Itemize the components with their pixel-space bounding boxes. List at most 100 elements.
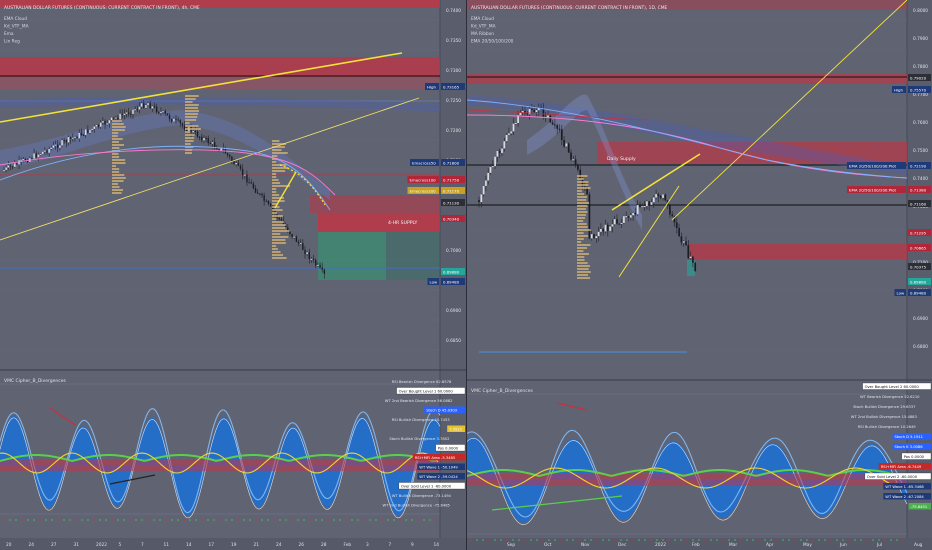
osc-label: WT Wave 2 -59.0424 — [419, 475, 458, 479]
volume-profile-bar — [272, 209, 283, 211]
date-tick: May — [803, 542, 812, 548]
left-chart-panel[interactable]: AUSTRALIAN DOLLAR FUTURES (CONTINUOUS: C… — [0, 0, 466, 550]
volume-profile-bar — [185, 143, 191, 145]
signal-dot — [231, 519, 233, 521]
volume-profile-bar — [577, 241, 582, 243]
volume-profile-bar — [577, 244, 591, 246]
volume-profile-bar — [272, 242, 286, 244]
volume-profile-bar — [272, 251, 281, 253]
price-tag-value: 0.70375 — [910, 265, 927, 270]
candle — [181, 123, 184, 126]
right-chart-canvas[interactable]: AUSTRALIAN DOLLAR FUTURES (CONTINUOUS: C… — [467, 0, 932, 550]
signal-dot — [297, 519, 299, 521]
signal-dot — [728, 539, 730, 541]
signal-dot — [399, 519, 401, 521]
volume-profile-bar — [185, 104, 199, 106]
candle — [209, 143, 212, 145]
candle — [259, 193, 261, 195]
volume-profile-bar — [112, 165, 117, 167]
volume-profile-bar — [112, 126, 126, 128]
candle — [158, 112, 160, 114]
signal-dot — [117, 519, 119, 521]
price-tick: 0.7800 — [913, 64, 928, 70]
price-tag-value: 0.70665 — [910, 246, 927, 251]
date-tick: 19 — [231, 542, 237, 548]
candle — [108, 120, 111, 124]
volume-profile-bar — [577, 178, 584, 180]
signal-dot — [183, 519, 185, 521]
osc-label: WT Bearish Divergence 52.6210 — [860, 395, 920, 399]
indicator-label: Lin Reg — [4, 39, 20, 45]
signal-dot — [177, 519, 179, 521]
volume-profile-bar — [112, 192, 122, 194]
candle — [196, 131, 199, 137]
signal-dot — [518, 539, 520, 541]
candle — [655, 194, 657, 198]
volume-profile-bar — [577, 211, 588, 213]
candle — [18, 160, 20, 165]
signal-dot — [207, 519, 209, 521]
signal-dot — [770, 539, 772, 541]
signal-dot — [812, 539, 814, 541]
signal-dot — [500, 539, 502, 541]
candle — [85, 129, 87, 135]
date-tick: 9 — [411, 542, 414, 548]
candle — [646, 201, 648, 207]
signal-dot — [884, 539, 886, 541]
volume-profile-bar — [112, 123, 124, 125]
candle — [194, 130, 197, 132]
osc-label: RSI Bullish Divergence 10.2649 — [858, 425, 917, 429]
signal-dot — [866, 539, 868, 541]
signal-dot — [147, 519, 149, 521]
volume-profile-bar — [112, 180, 124, 182]
signal-dot — [662, 539, 664, 541]
signal-dot — [542, 539, 544, 541]
left-chart-canvas[interactable]: AUSTRALIAN DOLLAR FUTURES (CONTINUOUS: C… — [0, 0, 466, 550]
volume-profile-bar — [112, 132, 119, 134]
candle — [302, 243, 304, 250]
price-tag-value: 0.73165 — [443, 85, 460, 90]
candle — [526, 113, 529, 115]
indicator-label: Kd_VTF_MA — [471, 24, 496, 30]
volume-profile-bar — [272, 140, 280, 142]
signal-dot — [165, 519, 167, 521]
volume-profile-bar — [577, 232, 584, 234]
volume-profile-bar — [272, 191, 277, 193]
osc-label: RSI Bullish Divergence 40.7453 — [392, 418, 451, 422]
zone-box — [386, 232, 440, 280]
candle — [87, 129, 89, 133]
candle — [618, 223, 621, 225]
osc-label: WT Wave 1 -50.1049 — [419, 466, 458, 470]
signal-dot — [632, 539, 634, 541]
osc-label: Pos 0.0000 — [904, 455, 925, 459]
candle — [634, 212, 637, 215]
candle — [153, 106, 156, 108]
candle — [50, 147, 52, 149]
date-tick: Mar — [729, 542, 737, 548]
osc-label: WT Wave 2 -67.2084 — [885, 495, 924, 499]
signal-dot — [842, 539, 844, 541]
date-tick: 7 — [389, 542, 392, 548]
candle — [604, 224, 607, 232]
volume-profile-bar — [185, 152, 192, 154]
signal-dot — [872, 539, 874, 541]
date-tick: 31 — [74, 542, 80, 548]
candle — [297, 242, 300, 244]
volume-profile-bar — [577, 253, 589, 255]
candle — [267, 200, 270, 204]
volume-profile-bar — [272, 257, 287, 259]
volume-profile-bar — [577, 271, 591, 273]
volume-profile-bar — [577, 223, 587, 225]
signal-dot — [854, 539, 856, 541]
candle — [627, 216, 630, 218]
candle — [505, 134, 508, 142]
volume-profile-bar — [272, 233, 281, 235]
candle — [310, 258, 313, 260]
candle — [166, 113, 169, 116]
signal-dot — [470, 539, 472, 541]
volume-profile-bar — [272, 212, 278, 214]
signal-dot — [722, 539, 724, 541]
candle — [3, 169, 5, 171]
right-chart-panel[interactable]: AUSTRALIAN DOLLAR FUTURES (CONTINUOUS: C… — [467, 0, 932, 550]
volume-profile-bar — [577, 235, 589, 237]
